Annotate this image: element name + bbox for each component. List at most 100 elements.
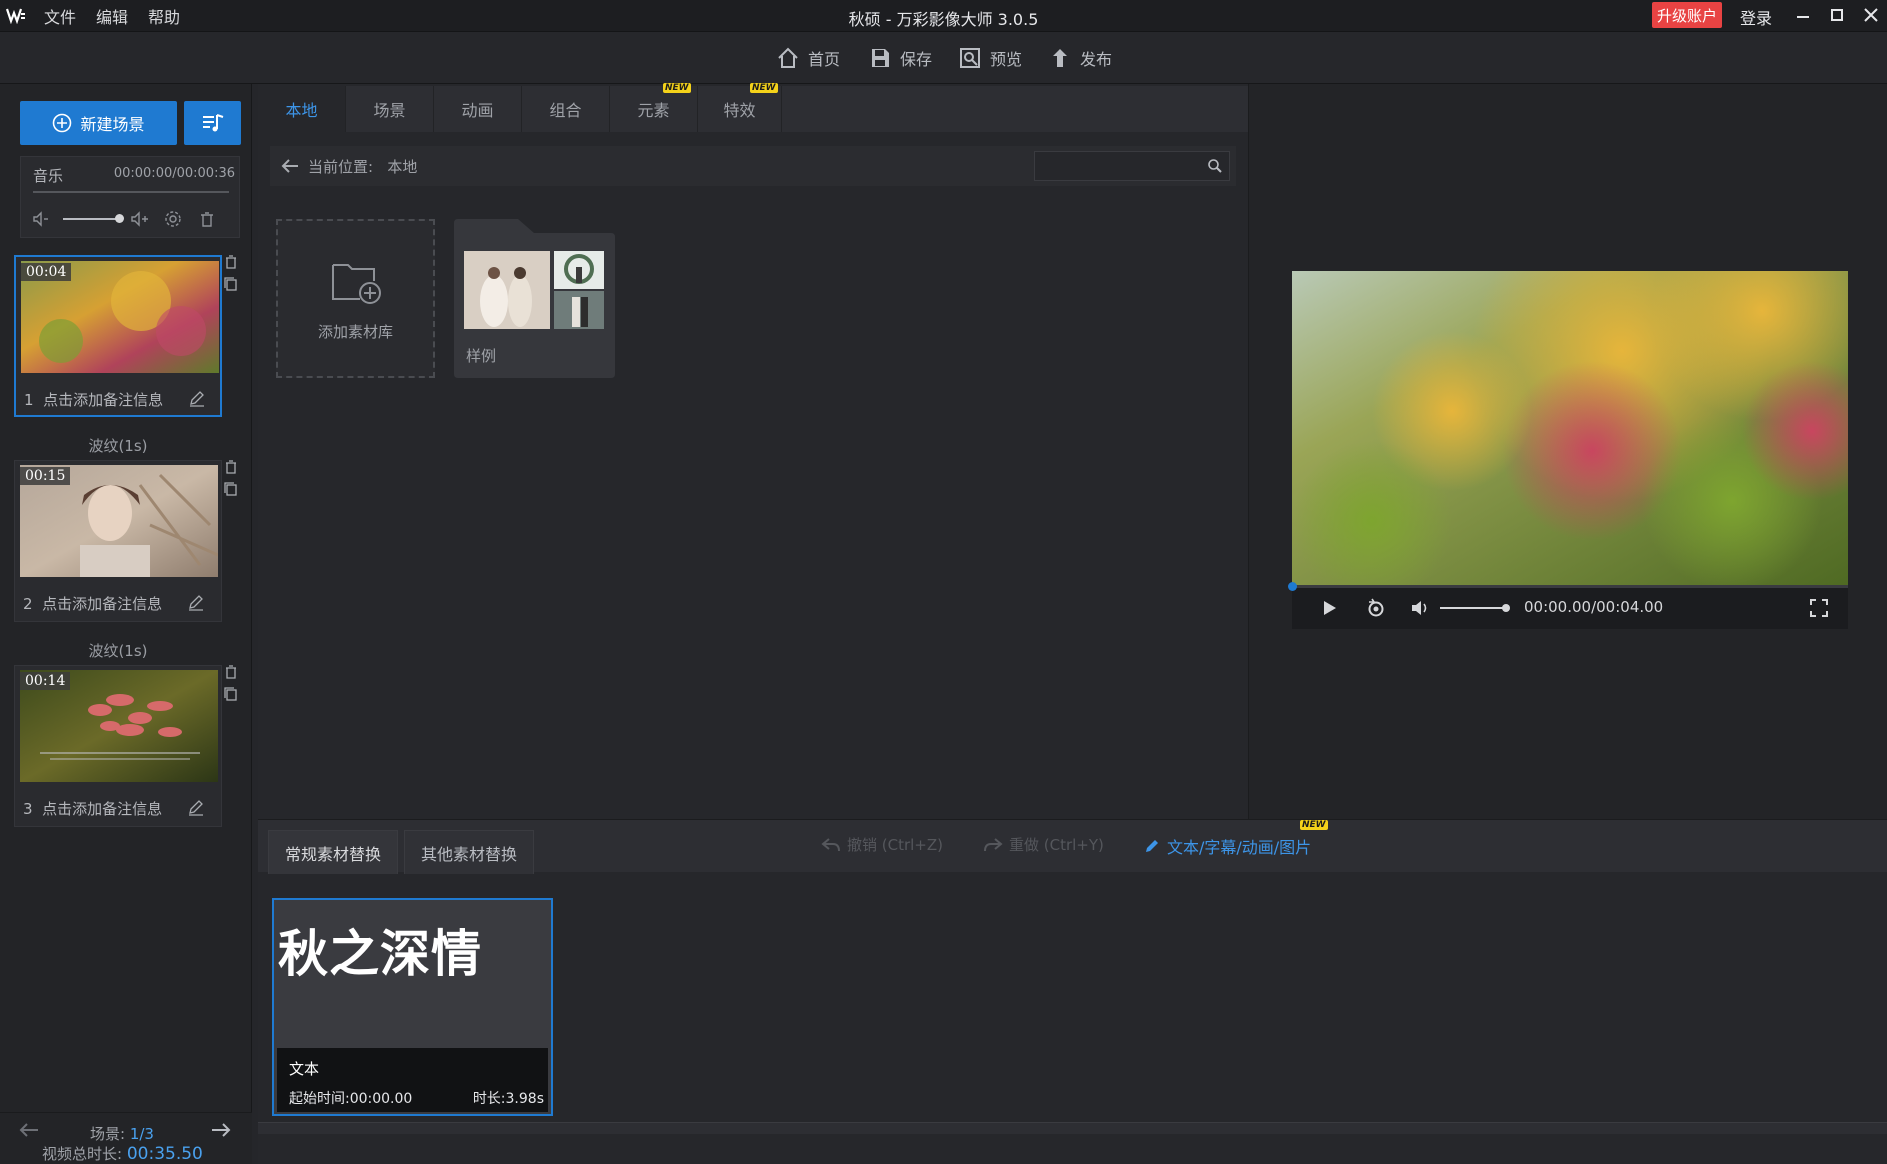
volume-low-icon[interactable] <box>31 209 51 229</box>
app-logo-icon <box>6 6 26 24</box>
scene-card-2[interactable]: 00:15 2 点击添加备注信息 <box>14 460 222 622</box>
sample-label: 样例 <box>466 347 497 365</box>
player-progress-bar[interactable] <box>1292 585 1848 588</box>
tab-scene[interactable]: 场景 <box>346 86 434 132</box>
text-card-start: 起始时间:00:00.00 <box>289 1091 413 1107</box>
tab-other-replace[interactable]: 其他素材替换 <box>404 830 534 874</box>
edit-note-icon[interactable] <box>187 798 205 816</box>
music-time: 00:00:00/00:00:36 <box>113 166 235 181</box>
scene-note-2[interactable]: 2 点击添加备注信息 <box>23 593 162 614</box>
redo-icon <box>983 836 1003 854</box>
delete-scene-icon[interactable] <box>224 665 238 679</box>
player-volume-slider[interactable] <box>1440 607 1506 609</box>
window-title: 秋硕 - 万彩影像大师 3.0.5 <box>848 10 1039 29</box>
pencil-icon <box>1143 837 1161 855</box>
tab-bar-filler <box>782 86 1248 132</box>
new-badge-effects: NEW <box>750 83 778 93</box>
new-badge-elements: NEW <box>663 83 691 93</box>
current-location: 当前位置: 本地 <box>308 158 418 176</box>
preview-icon <box>958 46 982 70</box>
close-icon[interactable] <box>1860 4 1882 26</box>
location-bar: 当前位置: 本地 <box>270 146 1236 186</box>
redo-label: 重做 (Ctrl+Y) <box>1009 836 1104 854</box>
add-library-label: 添加素材库 <box>317 323 393 341</box>
player-progress-handle[interactable] <box>1288 582 1297 591</box>
sample-folder[interactable]: 样例 <box>454 219 615 378</box>
volume-slider[interactable] <box>63 218 119 220</box>
sample-photo-couple <box>554 291 604 329</box>
delete-music-icon[interactable] <box>197 209 217 229</box>
login-button[interactable]: 登录 <box>1740 5 1772 29</box>
prev-scene-arrow-icon[interactable] <box>18 1121 40 1139</box>
new-scene-button[interactable]: 新建场景 <box>20 101 177 145</box>
copy-scene-icon[interactable] <box>224 482 238 496</box>
scene-note-3[interactable]: 3 点击添加备注信息 <box>23 798 162 819</box>
menu-edit[interactable]: 编辑 <box>96 4 128 28</box>
save-icon <box>868 46 892 70</box>
menu-file[interactable]: 文件 <box>44 4 76 28</box>
new-scene-label: 新建场景 <box>80 115 145 134</box>
back-arrow-icon[interactable] <box>280 157 300 175</box>
publish-button[interactable]: 发布 <box>1048 44 1112 72</box>
player-controls: 00:00.00/00:04.00 <box>1288 582 1848 629</box>
scene-panel: 新建场景 音乐 00:00:00/00:00:36 00:04 1 点击添加备注… <box>0 84 252 1164</box>
undo-button[interactable]: 撤销 (Ctrl+Z) <box>821 834 943 855</box>
scene-note-1[interactable]: 1 点击添加备注信息 <box>24 389 163 410</box>
transition-label[interactable]: 波纹(1s) <box>0 435 236 456</box>
copy-scene-icon[interactable] <box>224 687 238 701</box>
music-progress[interactable] <box>33 191 229 193</box>
undo-icon <box>821 836 841 854</box>
scene-list-button[interactable] <box>184 101 241 145</box>
preview-video[interactable] <box>1292 271 1848 585</box>
maximize-icon[interactable] <box>1826 4 1848 26</box>
volume-icon[interactable] <box>1410 598 1430 618</box>
tab-regular-replace[interactable]: 常规素材替换 <box>268 830 398 874</box>
transition-label[interactable]: 波纹(1s) <box>0 640 236 661</box>
play-icon[interactable] <box>1320 599 1338 617</box>
publish-label: 发布 <box>1080 50 1113 69</box>
text-material-card[interactable]: 秋之深情 文本 起始时间:00:00.00 时长:3.98s <box>272 898 553 1116</box>
settings-gear-icon[interactable] <box>163 209 183 229</box>
replay-icon[interactable] <box>1366 598 1386 618</box>
volume-high-icon[interactable] <box>129 209 149 229</box>
tab-animation[interactable]: 动画 <box>434 86 522 132</box>
save-button[interactable]: 保存 <box>868 44 932 72</box>
redo-button[interactable]: 重做 (Ctrl+Y) <box>983 834 1104 855</box>
scene-card-3[interactable]: 00:14 3 点击添加备注信息 <box>14 665 222 827</box>
horizontal-scrollbar[interactable] <box>258 1122 1887 1134</box>
edit-note-icon[interactable] <box>188 389 206 407</box>
next-scene-arrow-icon[interactable] <box>210 1121 232 1139</box>
add-library-button[interactable]: 添加素材库 <box>276 219 435 378</box>
edit-text-subtitle-button[interactable]: 文本/字幕/动画/图片 <box>1143 834 1311 858</box>
edit-link-label: 文本/字幕/动画/图片 <box>1167 838 1312 857</box>
replace-panel: 常规素材替换 其他素材替换 撤销 (Ctrl+Z) 重做 (Ctrl+Y) 文本… <box>258 819 1887 1164</box>
total-duration: 视频总时长: 00:35.50 <box>42 1144 203 1164</box>
material-panel <box>258 84 1248 819</box>
undo-label: 撤销 (Ctrl+Z) <box>847 836 944 854</box>
delete-scene-icon[interactable] <box>224 255 238 269</box>
sample-photo-wedding <box>464 251 550 329</box>
menu-help[interactable]: 帮助 <box>148 4 180 28</box>
scene-footer: 场景: 1/3 视频总时长: 00:35.50 <box>0 1112 252 1164</box>
volume-slider-handle[interactable] <box>115 214 124 223</box>
delete-scene-icon[interactable] <box>224 460 238 474</box>
home-icon <box>776 46 800 70</box>
scene-counter: 场景: 1/3 <box>90 1125 154 1143</box>
minimize-icon[interactable] <box>1792 4 1814 26</box>
tab-combination[interactable]: 组合 <box>522 86 610 132</box>
tab-local[interactable]: 本地 <box>258 86 346 132</box>
sample-photo-arch <box>554 251 604 289</box>
music-box: 音乐 00:00:00/00:00:36 <box>20 156 240 238</box>
scene-card-1[interactable]: 00:04 1 点击添加备注信息 <box>14 255 222 417</box>
preview-button[interactable]: 预览 <box>958 44 1022 72</box>
search-icon[interactable] <box>1207 158 1223 174</box>
text-card-type: 文本 <box>289 1060 320 1078</box>
fullscreen-icon[interactable] <box>1809 598 1829 618</box>
edit-note-icon[interactable] <box>187 593 205 611</box>
publish-icon <box>1048 46 1072 70</box>
upgrade-account-button[interactable]: 升级账户 <box>1652 2 1722 28</box>
player-volume-handle[interactable] <box>1502 604 1510 612</box>
search-input[interactable] <box>1034 151 1230 181</box>
copy-scene-icon[interactable] <box>224 277 238 291</box>
home-button[interactable]: 首页 <box>776 44 840 72</box>
